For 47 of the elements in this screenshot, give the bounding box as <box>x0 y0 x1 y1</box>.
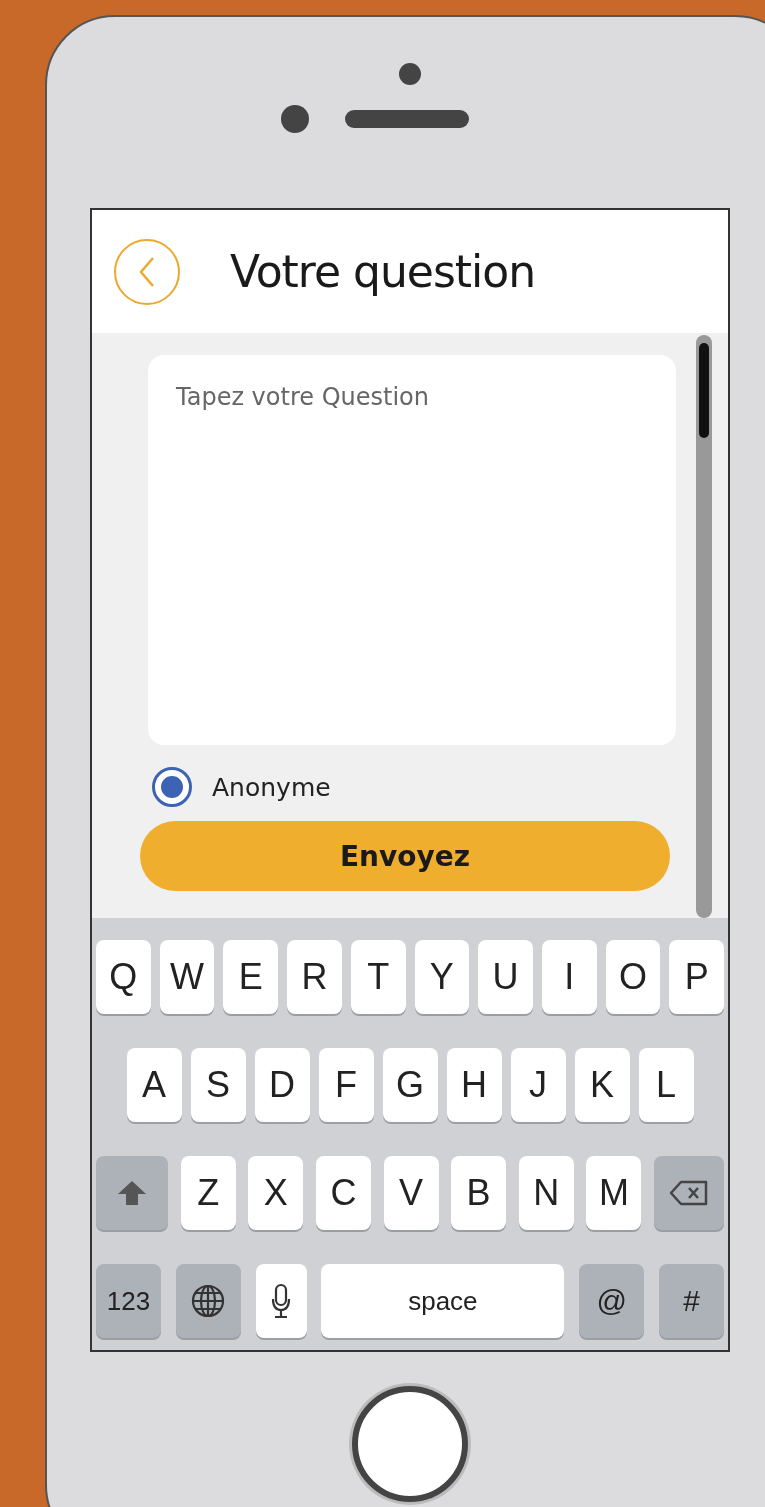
scrollbar-thumb[interactable] <box>699 343 709 438</box>
keyboard-key[interactable]: S <box>190 1048 246 1122</box>
symbol-key[interactable]: # <box>659 1264 724 1338</box>
arrow-up-icon <box>117 1180 147 1206</box>
camera-dot <box>399 63 421 85</box>
send-button[interactable]: Envoyez <box>140 821 670 891</box>
keyboard-key[interactable]: G <box>382 1048 438 1122</box>
keyboard-key[interactable]: J <box>510 1048 566 1122</box>
backspace-key[interactable] <box>654 1156 724 1230</box>
radio-button[interactable] <box>152 767 192 807</box>
page-title: Votre question <box>230 246 536 297</box>
keyboard-key[interactable]: Z <box>180 1156 236 1230</box>
question-field[interactable]: Tapez votre Question <box>148 355 676 745</box>
keyboard-key[interactable]: O <box>605 940 661 1014</box>
globe-key[interactable] <box>175 1264 241 1338</box>
keyboard-key[interactable]: R <box>287 940 342 1014</box>
keyboard-key[interactable]: E <box>223 940 279 1014</box>
keyboard-key[interactable]: V <box>383 1156 439 1230</box>
symbol-key[interactable]: @ <box>579 1264 645 1338</box>
radio-label: Anonyme <box>212 772 331 802</box>
keyboard-key[interactable]: K <box>574 1048 630 1122</box>
keyboard-key[interactable]: W <box>159 940 215 1014</box>
space-key[interactable]: space <box>321 1264 565 1338</box>
microphone-key[interactable] <box>255 1264 307 1338</box>
globe-icon <box>191 1284 226 1318</box>
microphone-icon <box>271 1283 292 1319</box>
keyboard-key[interactable]: D <box>254 1048 310 1122</box>
keyboard-key[interactable]: M <box>586 1156 642 1230</box>
keyboard-key[interactable]: Q <box>96 940 151 1014</box>
keyboard-key[interactable]: H <box>446 1048 502 1122</box>
keyboard-key[interactable]: I <box>541 940 597 1014</box>
keyboard-key[interactable]: A <box>126 1048 182 1122</box>
keyboard-key[interactable]: L <box>638 1048 694 1122</box>
backspace-icon <box>669 1180 709 1206</box>
keyboard-key[interactable]: T <box>350 940 406 1014</box>
keyboard-key[interactable]: B <box>451 1156 507 1230</box>
keyboard-key[interactable]: F <box>318 1048 374 1122</box>
shift-key[interactable] <box>96 1156 168 1230</box>
keyboard-key[interactable]: C <box>315 1156 371 1230</box>
keyboard-key[interactable]: U <box>478 940 533 1014</box>
keyboard-key[interactable]: N <box>518 1156 574 1230</box>
keyboard-key[interactable]: X <box>248 1156 304 1230</box>
numbers-key[interactable]: 123 <box>96 1264 161 1338</box>
keyboard-key[interactable]: P <box>669 940 725 1014</box>
chevron-left-icon <box>138 255 156 288</box>
keyboard-key[interactable]: Y <box>414 940 470 1014</box>
sensor-dot <box>281 105 309 133</box>
